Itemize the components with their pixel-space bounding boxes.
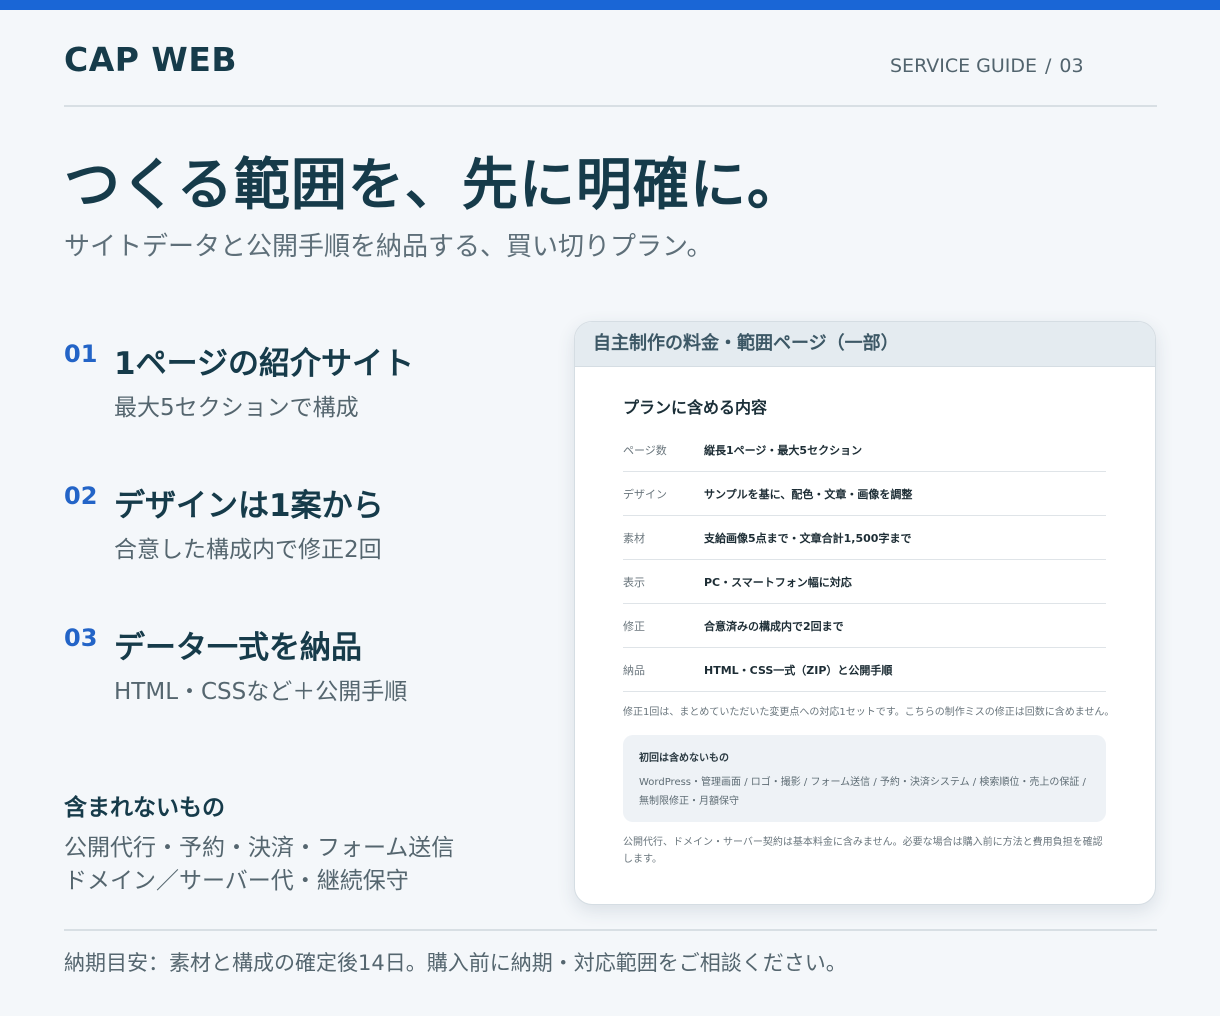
contract-note: 公開代行、ドメイン・サーバー契約は基本料金に含みません。必要な場合は購入前に方法… — [623, 837, 1103, 865]
table-row: 表示 PC・スマートフォン幅に対応 — [623, 560, 1106, 604]
top-accent-bar — [0, 0, 1220, 10]
table-row: デザイン サンプルを基に、配色・文章・画像を調整 — [623, 472, 1106, 516]
card-header: 自主制作の料金・範囲ページ（一部） — [575, 322, 1155, 367]
row-value: 合意済みの構成内で2回まで — [704, 620, 844, 633]
row-key: 素材 — [623, 532, 645, 545]
row-key: 納品 — [623, 664, 645, 677]
page-indicator: SERVICE GUIDE / 03 — [890, 55, 1084, 77]
plan-title: プランに含める内容 — [623, 398, 768, 417]
feature-number: 03 — [64, 624, 98, 652]
feature-title: データ一式を納品 — [114, 630, 362, 666]
footer-note: 納期目安：素材と構成の確定後14日。購入前に納期・対応範囲をご相談ください。 — [64, 951, 847, 975]
feature-title: デザインは1案から — [114, 488, 384, 524]
pricing-scope-card: 自主制作の料金・範囲ページ（一部） プランに含める内容 ページ数 縦長1ページ・最… — [574, 321, 1156, 905]
plan-table: ページ数 縦長1ページ・最大5セクション デザイン サンプルを基に、配色・文章・画像… — [623, 428, 1106, 692]
revision-note: 修正1回は、まとめていただいた変更点への対応1セットです。こちらの制作ミスの修正… — [623, 707, 1115, 718]
not-included-title: 初回は含めないもの — [639, 753, 729, 764]
page-subtitle: サイトデータと公開手順を納品する、買い切りプラン。 — [64, 232, 713, 262]
feature-number: 02 — [64, 482, 98, 510]
feature-title: 1ページの紹介サイト — [114, 346, 414, 382]
not-included-box: 初回は含めないもの WordPress・管理画面 / ロゴ・撮影 / フォーム送… — [623, 735, 1106, 822]
feature-description: HTML・CSSなど＋公開手順 — [114, 679, 408, 705]
brand-logo: CAP WEB — [64, 40, 238, 79]
row-value: サンプルを基に、配色・文章・画像を調整 — [704, 488, 913, 501]
row-value: HTML・CSS一式（ZIP）と公開手順 — [704, 664, 893, 677]
feature-description: 合意した構成内で修正2回 — [114, 537, 382, 563]
row-value: 支給画像5点まで・文章合計1,500字まで — [704, 532, 912, 545]
table-row: 納品 HTML・CSS一式（ZIP）と公開手順 — [623, 648, 1106, 692]
row-key: 修正 — [623, 620, 645, 633]
excluded-line: 公開代行・予約・決済・フォーム送信 — [64, 835, 455, 861]
row-value: PC・スマートフォン幅に対応 — [704, 576, 852, 589]
row-key: デザイン — [623, 488, 667, 501]
excluded-title: 含まれないもの — [64, 795, 225, 821]
guide-label: SERVICE GUIDE — [890, 55, 1038, 77]
table-row: ページ数 縦長1ページ・最大5セクション — [623, 428, 1106, 472]
excluded-line: ドメイン／サーバー代・継続保守 — [64, 868, 409, 894]
table-row: 素材 支給画像5点まで・文章合計1,500字まで — [623, 516, 1106, 560]
page-title: つくる範囲を、先に明確に。 — [64, 153, 804, 218]
feature-number: 01 — [64, 340, 98, 368]
row-key: 表示 — [623, 576, 645, 589]
header-divider — [64, 105, 1157, 107]
not-included-list: WordPress・管理画面 / ロゴ・撮影 / フォーム送信 / 予約・決済シ… — [639, 777, 1086, 807]
row-key: ページ数 — [623, 444, 667, 457]
guide-separator: / — [1045, 55, 1052, 77]
footer-divider — [64, 929, 1157, 931]
feature-description: 最大5セクションで構成 — [114, 395, 359, 421]
guide-page-number: 03 — [1059, 55, 1084, 77]
table-row: 修正 合意済みの構成内で2回まで — [623, 604, 1106, 648]
card-body: プランに含める内容 ページ数 縦長1ページ・最大5セクション デザイン サンプルを基… — [599, 370, 1131, 900]
row-value: 縦長1ページ・最大5セクション — [704, 444, 863, 457]
